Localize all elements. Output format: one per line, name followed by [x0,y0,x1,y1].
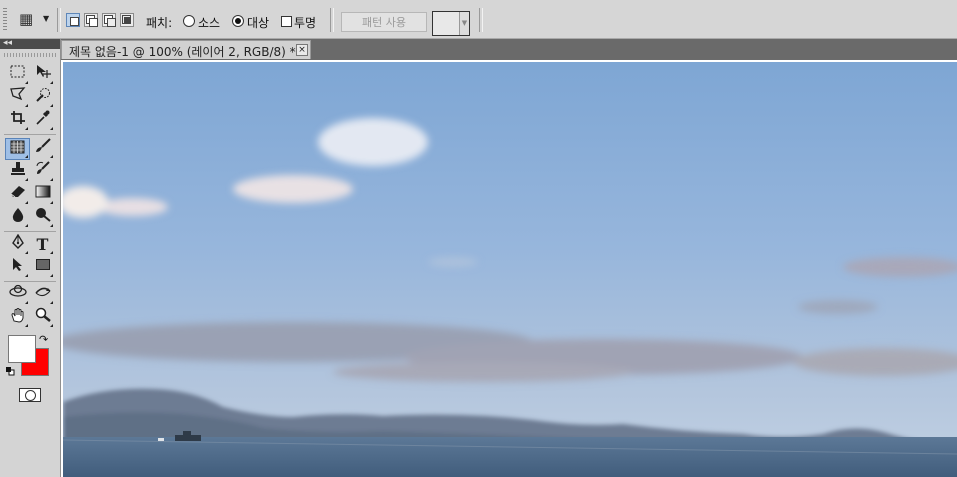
toolbox-header: ◂◂ [0,37,60,49]
chevron-down-icon: ▼ [43,14,50,23]
sea [63,437,957,477]
options-bar-grip[interactable] [3,8,7,32]
divider [4,231,56,232]
destination-radio[interactable] [232,15,244,27]
divider [57,8,61,32]
divider [4,134,56,135]
quick-mask-icon[interactable] [19,388,41,402]
transparent-label[interactable]: 투명 [294,14,316,31]
close-icon[interactable]: × [296,44,308,56]
move-tool-icon[interactable] [31,64,54,85]
3d-rotate-icon[interactable] [6,284,29,305]
document-tab[interactable]: 제목 없음-1 @ 100% (레이어 2, RGB/8) * × [61,40,311,59]
patch-tool-icon: ▦ [19,10,34,28]
eraser-icon[interactable] [6,184,29,205]
canvas-image [63,62,957,477]
eyedropper-icon[interactable] [31,110,54,131]
zoom-tool-icon[interactable] [31,307,54,328]
clone-stamp-icon[interactable] [6,161,29,182]
brush-tool-icon[interactable] [31,138,54,159]
new-selection-icon[interactable] [66,13,80,27]
pen-tool-icon[interactable] [6,233,29,255]
add-to-selection-icon[interactable] [84,13,98,27]
quick-selection-icon[interactable] [31,87,54,108]
crop-tool-icon[interactable] [6,110,29,131]
rectangular-marquee-icon[interactable] [6,64,29,85]
tool-preset-picker[interactable]: ▦ ▼ [13,10,53,30]
gradient-tool-icon[interactable] [31,184,54,205]
divider [330,8,334,32]
destination-label[interactable]: 대상 [247,14,269,31]
blur-tool-icon[interactable] [6,207,29,228]
intersect-selection-icon[interactable] [120,13,134,27]
type-tool-icon[interactable]: T [31,234,54,255]
source-radio[interactable] [183,15,195,27]
dodge-tool-icon[interactable] [31,207,54,228]
patch-label: 패치: [146,16,173,30]
transparent-checkbox[interactable] [281,16,292,27]
toolbox-grip[interactable] [4,53,56,57]
3d-orbit-icon[interactable] [31,284,54,305]
document-title: 제목 없음-1 @ 100% (레이어 2, RGB/8) * [69,45,296,59]
polygonal-lasso-icon[interactable] [6,87,29,108]
divider [4,281,56,282]
collapse-icon[interactable]: ◂◂ [3,37,12,49]
chevron-down-icon: ▼ [459,12,469,35]
divider [479,8,483,32]
options-bar: ▦ ▼ 패치: 소스 대상 투명 패턴 사용 ▼ [0,0,957,39]
document-tab-bar: 제목 없음-1 @ 100% (레이어 2, RGB/8) * × [61,39,957,59]
default-colors-icon[interactable] [5,366,15,379]
rectangle-shape-icon[interactable] [31,257,54,278]
hand-tool-icon[interactable] [6,307,29,328]
source-label[interactable]: 소스 [198,14,220,31]
foreground-color-swatch[interactable] [8,335,36,363]
use-pattern-button[interactable]: 패턴 사용 [341,12,427,32]
subtract-from-selection-icon[interactable] [102,13,116,27]
document-canvas[interactable] [61,60,957,477]
swap-colors-icon[interactable]: ↷ [39,333,48,346]
pattern-picker[interactable]: ▼ [432,11,470,36]
history-brush-icon[interactable] [31,161,54,182]
patch-tool-icon[interactable] [5,138,30,160]
toolbox-panel: ◂◂ T ↷ [0,37,61,477]
path-selection-icon[interactable] [6,257,29,278]
